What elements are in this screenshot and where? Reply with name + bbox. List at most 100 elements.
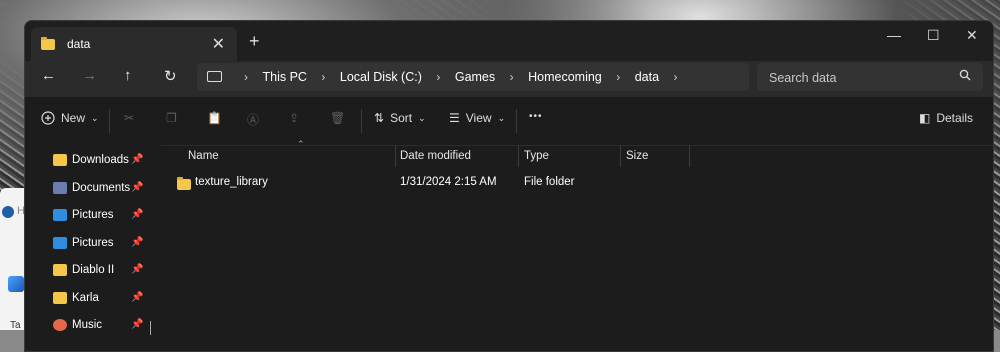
- folder-icon: [53, 154, 67, 166]
- sidebar-item[interactable]: Documents: [53, 178, 130, 198]
- rename-icon[interactable]: Ⓐ: [247, 111, 259, 128]
- search-icon[interactable]: [959, 69, 971, 84]
- column-divider[interactable]: [689, 145, 690, 167]
- row-name: texture_library: [195, 176, 268, 188]
- maximize-button[interactable]: ☐: [927, 27, 940, 44]
- tab-title: data: [67, 37, 91, 51]
- minimize-button[interactable]: —: [887, 27, 901, 43]
- breadcrumb-local-disk[interactable]: Local Disk (C:): [340, 70, 422, 84]
- sort-button[interactable]: ⇅ Sort ⌄: [374, 111, 426, 125]
- chevron-right-icon[interactable]: ›: [321, 70, 325, 84]
- view-label: View: [465, 111, 492, 125]
- close-window-button[interactable]: ✕: [966, 27, 978, 44]
- pin-icon[interactable]: 📌: [131, 209, 143, 220]
- breadcrumb-this-pc[interactable]: This PC: [262, 70, 306, 84]
- sort-ascending-icon: ⌃: [297, 139, 305, 149]
- sidebar-item-label: Downloads: [72, 154, 129, 166]
- sidebar-item[interactable]: Pictures: [53, 233, 114, 253]
- background-window-text: Ta: [10, 320, 21, 331]
- column-header-type[interactable]: Type: [524, 150, 549, 174]
- copy-icon[interactable]: ❐: [166, 111, 177, 125]
- breadcrumb-homecoming[interactable]: Homecoming: [528, 70, 602, 84]
- command-bar: New ⌄ ✂ ❐ 📋 Ⓐ ⇪ 🗑 ⇅ Sort ⌄ ☰ View ⌄ ••• …: [25, 97, 993, 146]
- divider: [516, 109, 517, 133]
- file-explorer-window: data ✕ + — ☐ ✕ ← → ↑ ↻ › This PC › Local…: [24, 20, 994, 352]
- pin-icon[interactable]: 📌: [131, 154, 143, 165]
- sidebar-item[interactable]: Diablo II: [53, 260, 114, 280]
- sidebar-item-label: Pictures: [72, 237, 114, 249]
- scrollbar[interactable]: [150, 321, 151, 335]
- delete-icon[interactable]: 🗑: [330, 111, 345, 125]
- chevron-down-icon: ⌄: [91, 112, 99, 123]
- details-button[interactable]: ◧ Details: [919, 111, 973, 125]
- sidebar-item-label: Karla: [72, 292, 99, 304]
- music-icon: [53, 319, 67, 331]
- chevron-down-icon: ⌄: [497, 112, 506, 123]
- pin-icon[interactable]: 📌: [131, 319, 143, 330]
- back-button[interactable]: ←: [41, 67, 56, 84]
- chevron-right-icon[interactable]: ›: [616, 70, 620, 84]
- sidebar-item[interactable]: Music: [53, 315, 102, 335]
- view-button[interactable]: ☰ View ⌄: [449, 111, 505, 125]
- breadcrumb: › This PC › Local Disk (C:) › Games › Ho…: [233, 70, 689, 84]
- folder-icon: [53, 292, 67, 304]
- folder-icon: [177, 177, 191, 193]
- plus-circle-icon: [41, 111, 55, 125]
- row-type: File folder: [524, 176, 575, 188]
- sidebar-item-label: Documents: [72, 182, 131, 194]
- close-tab-icon[interactable]: ✕: [212, 34, 225, 54]
- file-list: ⌃ Name Date modified Type Size texture_l…: [161, 139, 993, 351]
- chevron-right-icon[interactable]: ›: [436, 70, 440, 84]
- tab-bar: data ✕ + — ☐ ✕: [25, 21, 993, 63]
- column-divider[interactable]: [518, 145, 519, 167]
- pin-icon[interactable]: 📌: [131, 182, 143, 193]
- details-label: Details: [936, 111, 974, 125]
- refresh-button[interactable]: ↻: [164, 67, 177, 85]
- navigation-bar: ← → ↑ ↻ › This PC › Local Disk (C:) › Ga…: [25, 61, 993, 97]
- sidebar-item-label: Pictures: [72, 209, 114, 221]
- divider: [109, 109, 110, 133]
- column-header-size[interactable]: Size: [626, 150, 648, 174]
- column-header-name[interactable]: Name: [188, 150, 219, 174]
- row-date-modified: 1/31/2024 2:15 AM: [400, 176, 497, 188]
- chevron-right-icon[interactable]: ›: [244, 70, 248, 84]
- folder-icon: [41, 37, 55, 53]
- sidebar-item[interactable]: Pictures: [53, 205, 114, 225]
- view-icon: ☰: [449, 111, 460, 125]
- up-button[interactable]: ↑: [124, 67, 132, 84]
- sidebar-item[interactable]: Downloads: [53, 150, 129, 170]
- navigation-pane: Downloads 📌 Documents 📌 Pictures 📌 Pictures 📌 Di…: [25, 145, 161, 351]
- address-bar[interactable]: › This PC › Local Disk (C:) › Games › Ho…: [197, 63, 749, 91]
- pin-icon[interactable]: 📌: [131, 237, 143, 248]
- forward-button[interactable]: →: [82, 67, 97, 84]
- search-input[interactable]: [767, 69, 961, 87]
- new-tab-button[interactable]: +: [249, 31, 260, 52]
- pictures-icon: [53, 237, 67, 249]
- folder-icon: [53, 264, 67, 276]
- tab-data[interactable]: data ✕: [31, 27, 237, 63]
- breadcrumb-games[interactable]: Games: [455, 70, 495, 84]
- app-icon: [2, 206, 14, 218]
- column-divider[interactable]: [395, 145, 396, 167]
- pin-icon[interactable]: 📌: [131, 292, 143, 303]
- column-divider[interactable]: [620, 145, 621, 167]
- chevron-right-icon[interactable]: ›: [510, 70, 514, 84]
- background-window[interactable]: H Ta: [0, 188, 26, 331]
- column-header-date-modified[interactable]: Date modified: [400, 150, 471, 174]
- table-row[interactable]: texture_library 1/31/2024 2:15 AM File f…: [161, 173, 993, 195]
- cut-icon[interactable]: ✂: [124, 111, 134, 125]
- chevron-down-icon: ⌄: [418, 112, 426, 123]
- search-box[interactable]: [757, 63, 983, 91]
- share-icon[interactable]: ⇪: [289, 111, 299, 125]
- paste-icon[interactable]: 📋: [207, 111, 222, 125]
- divider: [361, 109, 362, 133]
- breadcrumb-data[interactable]: data: [635, 70, 659, 84]
- new-button[interactable]: New ⌄: [41, 111, 99, 125]
- chevron-right-icon[interactable]: ›: [674, 70, 678, 84]
- sidebar-item[interactable]: Karla: [53, 288, 99, 308]
- more-options-icon[interactable]: •••: [529, 111, 543, 122]
- pin-icon[interactable]: 📌: [131, 264, 143, 275]
- sidebar-item-label: Music: [72, 319, 103, 331]
- this-pc-icon: [207, 71, 222, 82]
- sort-label: Sort: [390, 111, 413, 125]
